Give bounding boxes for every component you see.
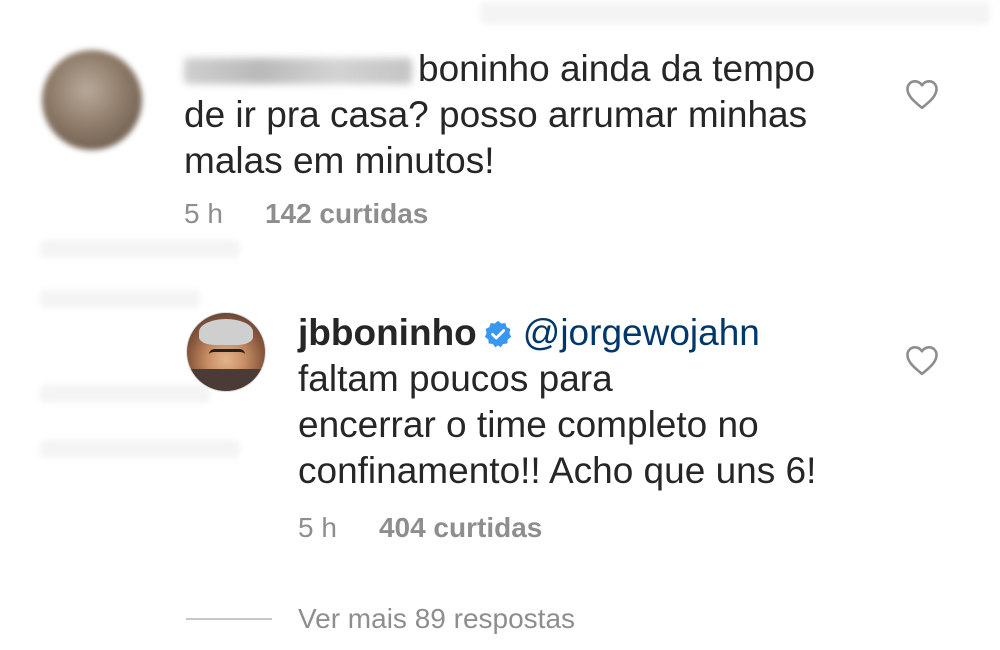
avatar[interactable] — [186, 312, 266, 392]
comment: boninho ainda da tempo de ir pra casa? p… — [0, 0, 1000, 260]
reply-line: encerrar o time completo no — [298, 404, 759, 445]
reply-mention[interactable]: @jorgewojahn — [523, 312, 760, 353]
comment-meta: 5 h 142 curtidas — [184, 198, 428, 230]
username-blurred[interactable] — [184, 58, 412, 85]
reply-likes[interactable]: 404 curtidas — [379, 512, 542, 544]
comment-line: malas em minutos! — [184, 140, 495, 181]
comment-body: boninho ainda da tempo de ir pra casa? p… — [184, 46, 864, 184]
heart-outline-icon[interactable] — [904, 78, 940, 110]
comment-likes[interactable]: 142 curtidas — [265, 198, 428, 230]
reply-line: faltam poucos para — [298, 358, 613, 399]
replies-divider — [186, 618, 272, 620]
reply: jbboninho @jorgewojahn faltam poucos par… — [0, 290, 1000, 560]
comment-line: de ir pra casa? posso arrumar minhas — [184, 94, 808, 135]
reply-text: jbboninho @jorgewojahn faltam poucos par… — [298, 310, 918, 494]
view-more-replies-label[interactable]: Ver mais 89 respostas — [298, 603, 575, 635]
verified-badge-icon — [484, 320, 511, 348]
avatar-shirt — [187, 369, 265, 391]
comment-line: boninho ainda da tempo — [418, 48, 816, 89]
heart-outline-icon[interactable] — [904, 344, 940, 376]
reply-meta: 5 h 404 curtidas — [298, 512, 542, 544]
reply-line: confinamento!! Acho que uns 6! — [298, 450, 817, 491]
reply-body: jbboninho @jorgewojahn faltam poucos par… — [298, 310, 918, 494]
avatar-hair — [199, 319, 253, 345]
avatar-glasses — [209, 349, 245, 360]
comment-timestamp[interactable]: 5 h — [184, 198, 223, 230]
reply-username[interactable]: jbboninho — [298, 312, 477, 353]
view-more-replies[interactable]: Ver mais 89 respostas — [186, 603, 575, 635]
avatar[interactable] — [42, 50, 142, 150]
comment-text: boninho ainda da tempo de ir pra casa? p… — [184, 46, 864, 184]
reply-timestamp[interactable]: 5 h — [298, 512, 337, 544]
